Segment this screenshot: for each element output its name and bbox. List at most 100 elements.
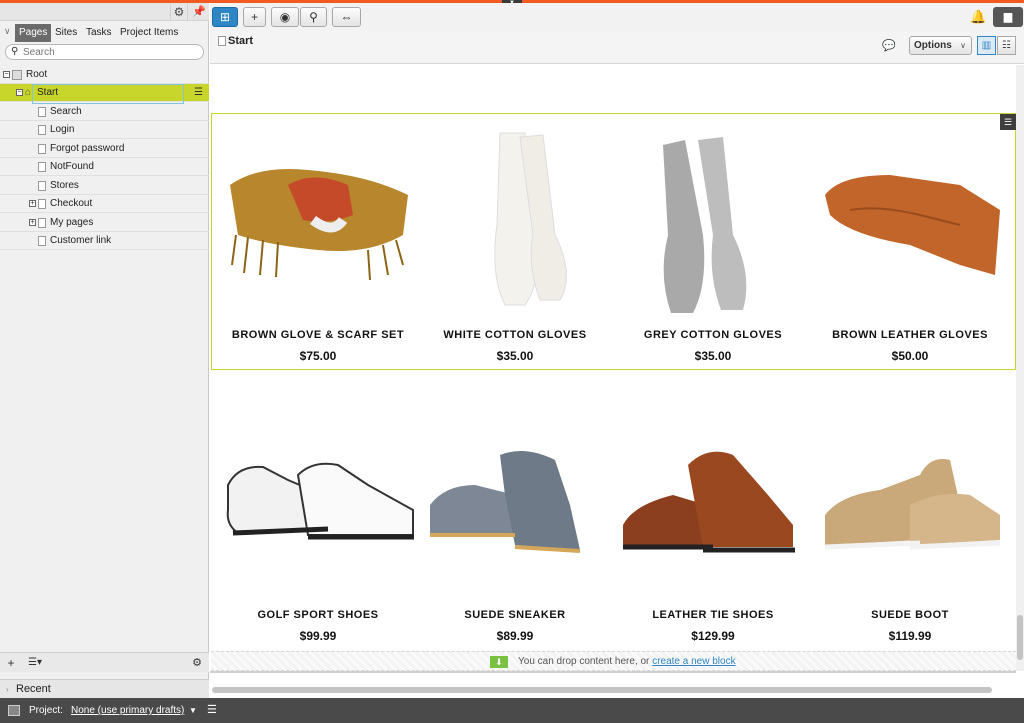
tree-node-customer-link[interactable]: Customer link (0, 232, 209, 250)
scroll-thumb[interactable] (1017, 615, 1023, 660)
tab-sites[interactable]: Sites (51, 24, 81, 42)
product-name[interactable]: LEATHER TIE SHOES (613, 609, 813, 621)
chevron-right-icon: › (6, 685, 9, 694)
tree-node-label: Customer link (50, 235, 112, 246)
white-gloves-image (415, 125, 615, 315)
product-name[interactable]: BROWN GLOVE & SCARF SET (218, 329, 418, 341)
tree-node-root[interactable]: − Root (0, 66, 209, 84)
product-name[interactable]: GOLF SPORT SHOES (218, 609, 418, 621)
chevron-down-icon[interactable]: ▼ (189, 698, 197, 723)
options-label: Options (914, 40, 952, 51)
view-layout-button[interactable]: ▥ (977, 36, 996, 55)
drop-zone-text: You can drop content here, or create a n… (518, 656, 736, 667)
product-price: $129.99 (691, 629, 735, 643)
recent-label: Recent (16, 683, 51, 695)
view-list-button[interactable]: ☷ (997, 36, 1016, 55)
pin-icon[interactable]: 📌 (192, 4, 206, 20)
project-menu-icon[interactable]: ☰ (207, 698, 217, 723)
suede-boot-image (810, 435, 1010, 565)
scroll-thumb[interactable] (212, 687, 992, 693)
tree-node-label: My pages (50, 217, 94, 228)
product-card[interactable] (415, 125, 615, 315)
content-divider (210, 671, 1016, 673)
download-arrow-icon: ⬇ (490, 656, 508, 668)
product-card[interactable] (613, 125, 813, 315)
options-button[interactable]: Options ∨ (909, 36, 972, 55)
recent-section[interactable]: › Recent (0, 679, 209, 698)
pane-tabs: ∨ Pages Sites Tasks Project Items (0, 22, 209, 42)
horizontal-scrollbar[interactable] (210, 685, 1016, 695)
tree-node-login[interactable]: Login (0, 121, 209, 139)
compare-icon[interactable]: ⇔ (332, 7, 361, 27)
product-name[interactable]: BROWN LEATHER GLOVES (810, 329, 1010, 341)
tree-node-checkout[interactable]: + Checkout (0, 195, 209, 213)
tree-node-forgot-password[interactable]: Forgot password (0, 140, 209, 158)
vertical-scrollbar[interactable] (1016, 65, 1024, 671)
status-bar: Project: None (use primary drafts) ▼ ☰ (0, 698, 1024, 723)
tree-node-label: Login (50, 124, 75, 135)
leather-shoes-image (613, 435, 813, 565)
page-icon (38, 144, 46, 154)
search-input[interactable] (23, 46, 198, 58)
tree-node-search[interactable]: Search (0, 103, 209, 121)
leather-gloves-image (810, 125, 1010, 315)
product-card[interactable] (810, 435, 1010, 565)
product-card[interactable] (415, 435, 615, 565)
bell-icon[interactable]: 🔔 (970, 9, 986, 25)
product-card[interactable] (218, 435, 418, 565)
product-name[interactable]: WHITE COTTON GLOVES (415, 329, 615, 341)
pane-toolbar: ⚙ 📌 (0, 3, 209, 21)
folder-icon[interactable]: ▆ (993, 7, 1023, 27)
product-name[interactable]: GREY COTTON GLOVES (613, 329, 813, 341)
product-card[interactable] (613, 435, 813, 565)
tab-tasks[interactable]: Tasks (82, 24, 116, 42)
tree-node-label: Checkout (50, 198, 93, 209)
view-search-icon[interactable]: ⚲ (300, 7, 327, 27)
page-icon (38, 107, 46, 117)
product-card[interactable] (810, 125, 1010, 315)
chevron-down-icon[interactable]: ∨ (4, 26, 11, 37)
preview-eye-icon[interactable]: ◉ (271, 7, 299, 27)
project-icon (8, 705, 20, 716)
tree-node-label: Start (37, 87, 59, 98)
collapse-icon[interactable]: − (16, 89, 23, 96)
create-block-link[interactable]: create a new block (652, 656, 735, 667)
tree-toggle-button[interactable]: ⊞ (212, 7, 238, 27)
root-icon (12, 70, 22, 80)
tree-node-start[interactable]: − ⌂ Start ☰ (0, 84, 209, 102)
project-label: Project: (29, 705, 63, 716)
product-price: $99.99 (299, 629, 337, 643)
drop-zone[interactable]: ⬇ You can drop content here, or create a… (211, 651, 1016, 671)
expand-icon[interactable]: + (29, 200, 36, 207)
golf-shoes-image (218, 435, 418, 565)
list-menu-icon[interactable]: ☰▾ (25, 654, 45, 672)
product-name[interactable]: SUEDE BOOT (810, 609, 1010, 621)
product-name[interactable]: SUEDE SNEAKER (415, 609, 615, 621)
product-price: $89.99 (496, 629, 534, 643)
comment-icon[interactable]: 💬 (882, 39, 896, 52)
tab-project-items[interactable]: Project Items (116, 24, 182, 42)
search-box: ⚲ (5, 44, 204, 60)
tree-node-label: Search (50, 106, 82, 117)
project-selector[interactable]: None (use primary drafts) (71, 698, 184, 723)
page-canvas: ☰ BROWN GLOVE & SCARF SET $75.00 WHITE C… (210, 65, 1016, 685)
navigation-pane: ⚙ 📌 ∨ Pages Sites Tasks Project Items ⚲ … (0, 3, 209, 698)
add-icon[interactable]: + (3, 654, 19, 672)
tree-settings-icon[interactable]: ⚙ (188, 654, 206, 672)
tab-pages[interactable]: Pages (15, 24, 52, 42)
tree-node-label: Forgot password (50, 143, 125, 154)
product-card[interactable] (218, 125, 418, 315)
scarf-glove-image (218, 125, 418, 315)
tree-node-notfound[interactable]: NotFound (0, 158, 209, 176)
tree-node-stores[interactable]: Stores (0, 177, 209, 195)
tree-node-my-pages[interactable]: + My pages (0, 214, 209, 232)
settings-gear-icon[interactable]: ⚙ (170, 4, 188, 20)
tree-actions: + ☰▾ ⚙ (0, 652, 209, 672)
expand-icon[interactable]: + (29, 219, 36, 226)
page-icon (218, 36, 226, 46)
add-button[interactable]: + (243, 7, 266, 27)
product-price: $119.99 (888, 629, 932, 643)
collapse-icon[interactable]: − (3, 71, 10, 78)
main-toolbar: ⊞ + ◉ ⚲ ⇔ 🔔 ▆ (210, 3, 1024, 31)
context-menu-icon[interactable]: ☰ (194, 87, 206, 98)
